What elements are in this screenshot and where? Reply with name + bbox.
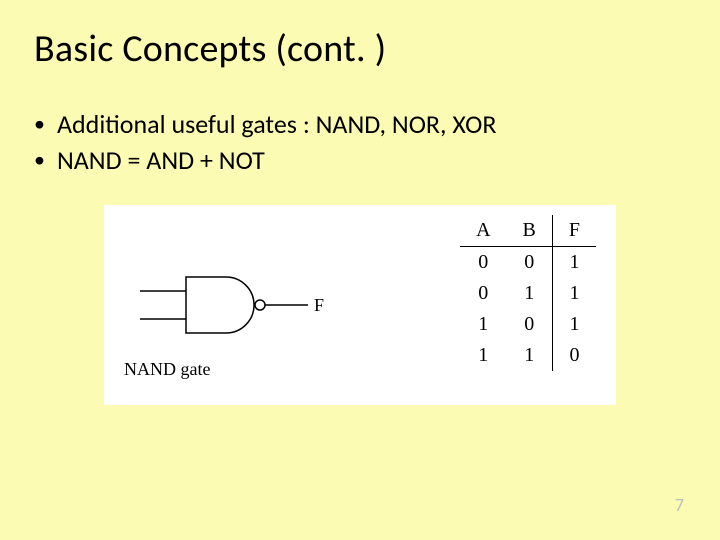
table-row: 1 1 0: [460, 340, 596, 371]
figure-panel: A B F NAND gate A B F 0 0 1 0 1 1: [104, 205, 616, 405]
bullet-list: • Additional useful gates : NAND, NOR, X…: [34, 106, 720, 179]
bullet-item: • Additional useful gates : NAND, NOR, X…: [34, 106, 720, 142]
table-header: B: [507, 215, 553, 247]
slide-title: Basic Concepts (cont. ): [0, 0, 720, 72]
bullet-icon: •: [34, 142, 45, 177]
nand-gate-diagram: A B F NAND gate: [124, 241, 364, 371]
bullet-text: Additional useful gates : NAND, NOR, XOR: [57, 106, 497, 142]
bullet-icon: •: [34, 106, 45, 141]
bullet-text: NAND = AND + NOT: [57, 142, 265, 178]
table-row: 1 0 1: [460, 309, 596, 340]
nand-gate-icon: A B F: [140, 263, 350, 353]
table-header-row: A B F: [460, 215, 596, 247]
truth-table: A B F 0 0 1 0 1 1 1 0 1 1 1: [460, 215, 596, 371]
page-number: 7: [675, 494, 684, 516]
table-row: 0 0 1: [460, 246, 596, 278]
gate-caption: NAND gate: [124, 359, 210, 380]
gate-output-label: F: [314, 295, 324, 315]
bullet-item: • NAND = AND + NOT: [34, 142, 720, 178]
table-header: A: [460, 215, 506, 247]
table-header: F: [552, 215, 596, 247]
table-row: 0 1 1: [460, 278, 596, 309]
